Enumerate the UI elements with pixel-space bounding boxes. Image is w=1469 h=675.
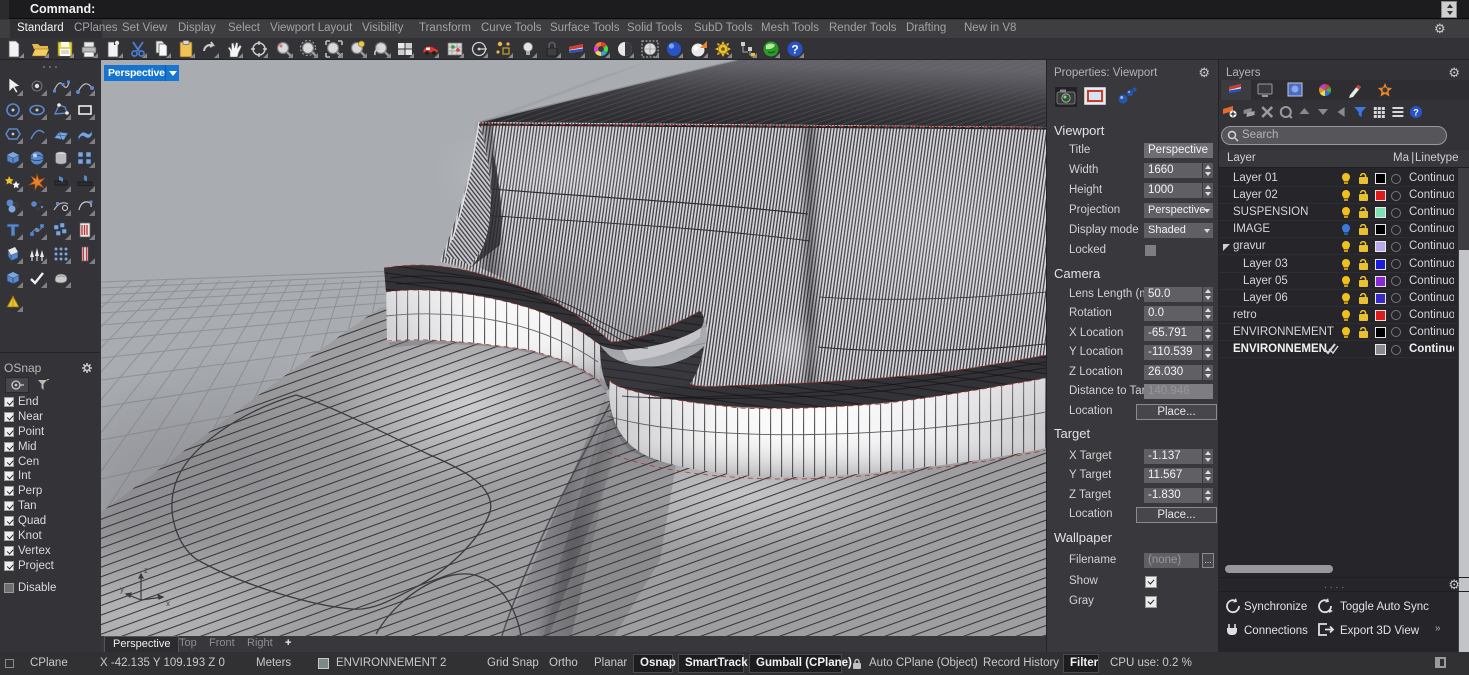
svg-text:y: y	[120, 585, 124, 594]
svg-text:x: x	[166, 599, 170, 608]
svg-text:?: ?	[791, 43, 798, 57]
svg-text:?: ?	[1413, 108, 1419, 118]
svg-text:z: z	[144, 566, 148, 575]
